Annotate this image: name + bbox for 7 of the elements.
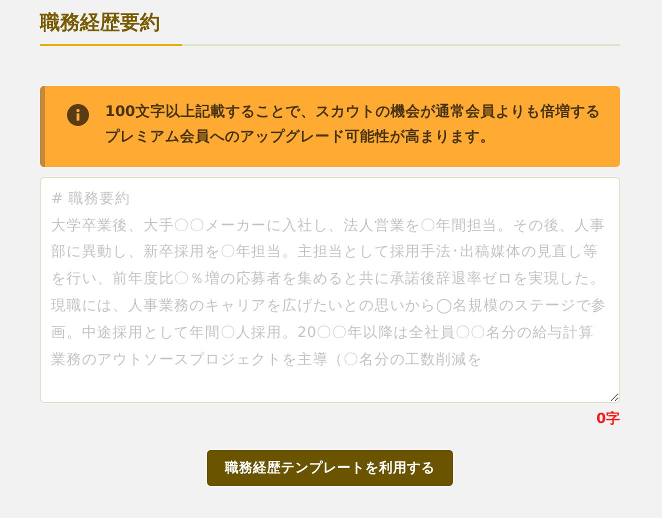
info-icon (67, 104, 89, 126)
notice-text: プレミアム会員へのアップグレード可能性が高まります。 (105, 128, 496, 148)
section-title: 職務経歴要約 (40, 10, 161, 36)
notice-text: 100文字以上記載することで、スカウトの機会が通常会員よりも倍増する (105, 102, 600, 122)
character-count: 0字 (595, 410, 620, 429)
summary-field[interactable]: # 職務要約 大学卒業後、大手〇〇メーカーに入社し、法人営業を〇年間担当。その後、人事部に異動し、新卒採用を〇年担当。主担当として採用手法･出稿媒体の見直し等を行い、前年度比〇％増の応募者を集めると共に承諾後辞退率ゼロを実現した。 現職には、人事業務のキャリアを広げたいとの思いから◯名規模のステージで参画。中途採用として年間〇人採用。20〇〇年以降は全社員〇〇名分の給与計算業務のアウトソースプロジェクトを主導（〇名分の工数削減を (40, 176, 620, 403)
template-button[interactable]: 職務経歴テンプレートを利用する (207, 450, 453, 486)
